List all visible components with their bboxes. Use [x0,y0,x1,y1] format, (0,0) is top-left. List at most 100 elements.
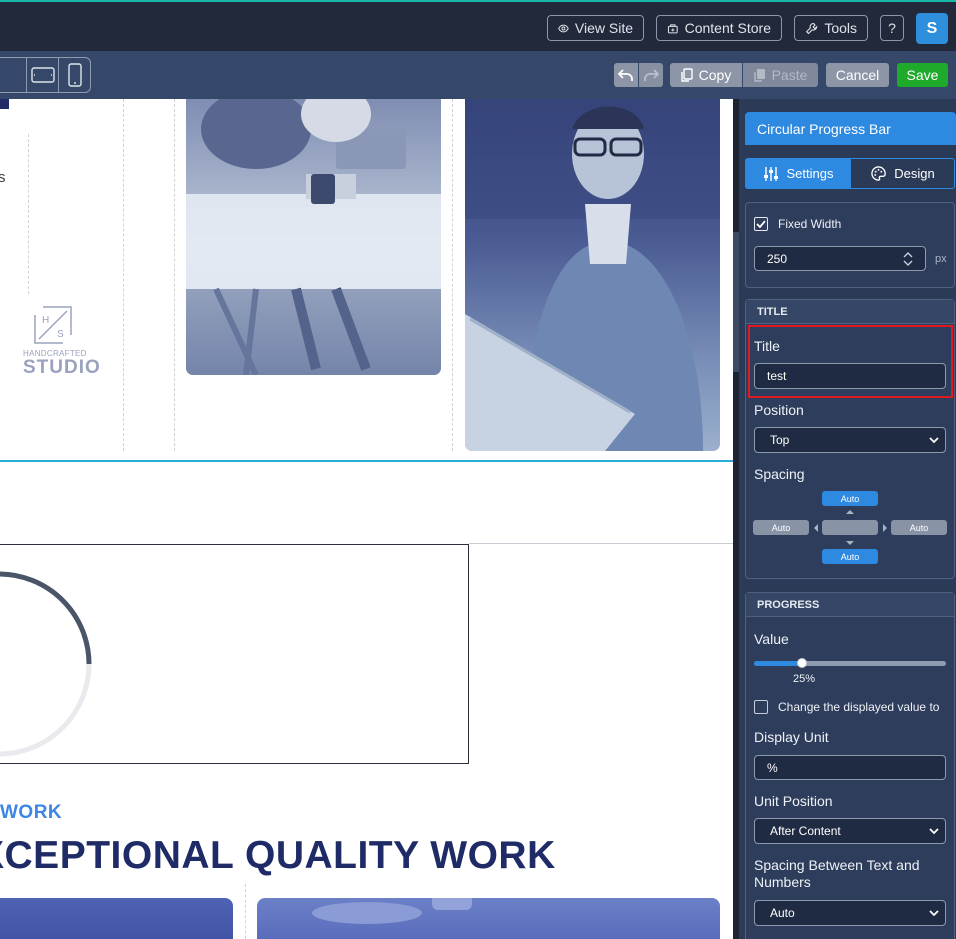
device-desktop-button[interactable] [0,58,27,92]
section-headline: XCEPTIONAL QUALITY WORK [0,834,556,877]
view-site-button[interactable]: View Site [547,15,644,41]
device-mobile-button[interactable] [59,58,90,92]
cancel-button[interactable]: Cancel [826,63,889,87]
store-icon [667,23,678,33]
position-select[interactable]: Top [754,427,946,453]
column-divider [28,134,29,294]
column-divider [174,99,175,451]
unit-position-select[interactable]: After Content [754,818,946,844]
undo-icon [618,69,633,81]
fixed-width-card [745,202,955,288]
paste-label: Paste [771,67,808,83]
title-section-heading: TITLE [746,300,954,324]
paste-button[interactable]: Paste [743,63,818,87]
width-input[interactable]: 250 [754,246,926,271]
copy-label: Copy [698,67,732,83]
arrow-up-icon [846,510,854,514]
copy-icon [680,68,693,82]
chevron-down-icon [929,436,939,443]
eye-icon [558,24,569,32]
section-eyebrow: WORK [0,802,63,823]
content-store-label: Content Store [684,20,771,36]
content-store-button[interactable]: Content Store [656,15,782,41]
stepper-arrows-icon[interactable] [903,251,913,267]
unit-position-value: After Content [770,824,841,838]
tablet-landscape-icon [30,67,55,83]
spacing-right-input[interactable]: Auto [891,520,947,535]
tab-settings[interactable]: Settings [745,158,851,189]
logo-line2: STUDIO [23,357,101,378]
logo-mark-icon: H S [34,306,72,344]
width-value: 250 [767,251,788,266]
circular-progress-widget[interactable] [0,544,469,764]
display-unit-value: % [767,760,778,775]
handcrafted-studio-logo: H S HANDCRAFTED STUDIO [23,305,101,389]
value-slider-fill [754,661,802,666]
fixed-width-checkbox[interactable] [754,217,768,231]
column-divider [452,99,453,451]
sliders-icon [763,166,778,181]
change-display-label: Change the displayed value to [778,700,940,714]
man-laptop-photo [465,99,720,451]
change-display-checkbox[interactable] [754,700,768,714]
progress-ring [0,571,92,757]
undo-button[interactable] [614,63,638,87]
palette-icon [871,166,886,181]
save-label: Save [906,67,939,83]
column-divider [245,884,246,939]
redo-button[interactable] [639,63,663,87]
title-label: Title [754,338,780,354]
page-canvas: s H S HANDCRAFTED STUDIO WORK XCEPTIONAL… [0,99,733,939]
display-unit-label: Display Unit [754,729,829,745]
spacing-center-box [822,520,878,535]
user-avatar[interactable]: S [916,13,948,44]
spacing-bottom-input[interactable]: Auto [822,549,878,564]
arrow-left-icon [814,524,818,532]
column-divider [123,99,124,451]
device-tablet-button[interactable] [27,58,59,92]
paste-icon [753,69,765,82]
value-slider-track[interactable] [754,658,946,668]
wrench-icon [805,22,818,34]
cancel-label: Cancel [835,67,880,83]
spacing-left-input[interactable]: Auto [753,520,809,535]
value-slider-thumb[interactable] [797,658,807,668]
help-label: ? [888,20,896,36]
value-label: Value [754,631,789,647]
display-unit-input[interactable]: % [754,755,946,780]
panel-header: Circular Progress Bar [745,112,956,145]
spacing-text-label: Spacing Between Text and Numbers [754,857,920,890]
tab-settings-label: Settings [786,166,834,181]
meeting-photo [186,99,441,375]
section-divider [469,543,733,544]
help-button[interactable]: ? [880,15,904,41]
progress-section-heading: PROGRESS [746,593,954,617]
save-button[interactable]: Save [897,63,948,87]
man-illustration [465,99,720,451]
device-switcher [0,57,91,93]
title-input[interactable]: test [754,363,946,389]
spacing-top-input[interactable]: Auto [822,491,878,506]
width-unit: px [935,253,947,265]
mobile-icon [67,63,82,87]
heading-fragment [0,99,9,109]
app-window: View Site Content Store Tools ? S Copy P… [0,0,956,939]
spacing-label: Spacing [754,466,805,482]
check-icon [756,220,766,228]
view-site-label: View Site [574,20,633,36]
fixed-width-label: Fixed Width [778,217,842,231]
arrow-down-icon [846,541,854,545]
tab-design-label: Design [894,166,935,181]
meeting-illustration [186,99,441,375]
tab-design[interactable]: Design [851,158,955,189]
position-value: Top [770,433,790,447]
svg-text:S: S [57,329,64,340]
redo-icon [644,69,659,81]
section-selection-line [0,460,733,462]
tools-button[interactable]: Tools [794,15,868,41]
portfolio-thumbnail [0,898,233,939]
value-readout: 25% [793,673,816,685]
copy-button[interactable]: Copy [670,63,742,87]
title-value: test [767,369,787,383]
spacing-text-select[interactable]: Auto [754,900,946,926]
